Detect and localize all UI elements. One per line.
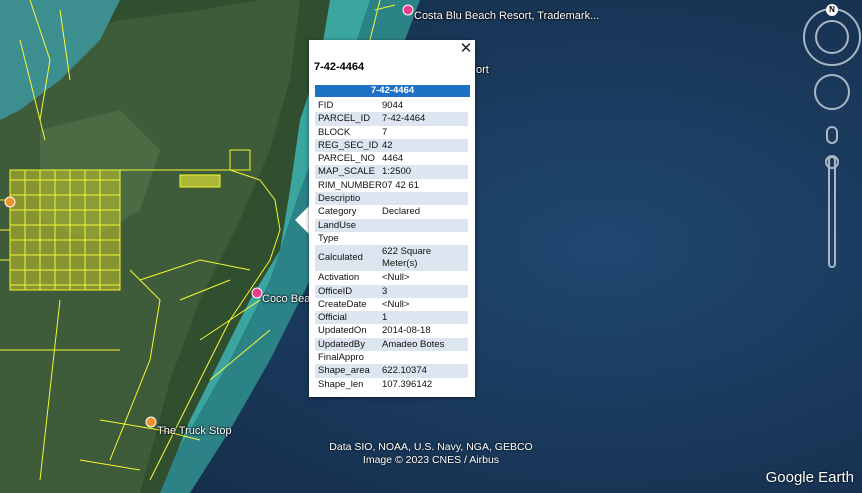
table-row: PARCEL_ID 7-42-4464 [315, 112, 468, 126]
place-label-costa-blu[interactable]: Costa Blu Beach Resort, Trademark... [414, 10, 599, 22]
google-earth-logo: Google Earth [765, 469, 854, 486]
row-value: <Null> [382, 272, 410, 284]
table-row: RIM_NUMBER 07 42 61 [315, 179, 468, 192]
table-row: Shape_len 107.396142 [315, 378, 468, 391]
row-key: Shape_area [318, 365, 370, 377]
table-row: FID 9044 [315, 99, 468, 112]
table-row: Official 1 [315, 311, 468, 325]
row-value: <Null> [382, 298, 410, 310]
food-pin-icon[interactable] [145, 416, 157, 428]
row-value: 622 Square Meter(s) [382, 246, 432, 270]
food-pin-icon[interactable] [4, 196, 16, 208]
row-key: FID [318, 100, 334, 111]
row-key: Descriptio [318, 193, 361, 205]
row-key: REG_SEC_ID [318, 139, 379, 151]
row-value: 107.396142 [382, 378, 433, 390]
table-row: Descriptio [315, 192, 468, 206]
table-row: CreateDate <Null> [315, 298, 468, 311]
table-row: OfficeID 3 [315, 284, 468, 298]
place-label-resort: ort [476, 64, 489, 76]
row-value [382, 351, 468, 364]
row-key: CreateDate [318, 298, 367, 310]
row-value: 9044 [382, 100, 404, 111]
table-row: Category Declared [315, 205, 468, 218]
row-value: 42 [382, 139, 393, 151]
table-row: UpdatedOn 2014-08-18 [315, 324, 468, 337]
row-value: Amadeo Botes [382, 338, 445, 350]
row-value: Declared [382, 206, 421, 218]
table-row: PARCEL_NO 4464 [315, 152, 468, 165]
popup-pointer [295, 206, 309, 234]
attribute-table: FID 9044 PARCEL_ID 7-42-4464 BLOCK 7 REG_SE… [315, 99, 468, 391]
compass-north-label: N [826, 4, 838, 16]
row-value: 2014-08-18 [382, 325, 431, 337]
row-value: 1 [382, 312, 388, 324]
row-value: 7 [382, 126, 388, 138]
table-row: FinalAppro [315, 351, 468, 364]
place-label-truck-stop[interactable]: The Truck Stop [157, 425, 232, 437]
row-key: Calculated [318, 252, 363, 264]
table-row: Calculated 622 Square Meter(s) [315, 245, 468, 272]
row-key: Activation [318, 272, 360, 284]
popup-title: 7-42-4464 [314, 61, 365, 73]
table-row: UpdatedBy Amadeo Botes [315, 337, 468, 352]
table-row: MAP_SCALE 1:2500 [315, 165, 468, 179]
row-key: RIM_NUMBER [318, 179, 382, 191]
table-row: Shape_area 622.10374 [315, 364, 468, 378]
place-label-coco-beach[interactable]: Coco Bea [262, 293, 310, 305]
row-key: OfficeID [318, 285, 353, 297]
table-row: BLOCK 7 [315, 126, 468, 139]
parcel-info-popup: ✕ 7-42-4464 7-42-4464 FID 9044 PARCEL_ID 7… [309, 40, 475, 397]
row-value [382, 232, 468, 245]
row-key: Type [318, 232, 339, 244]
row-value: 3 [382, 285, 388, 297]
attribution-imagery: Image © 2023 CNES / Airbus [362, 454, 500, 466]
row-key: UpdatedBy [318, 338, 366, 350]
row-key: UpdatedOn [318, 325, 367, 337]
table-row: REG_SEC_ID 42 [315, 138, 468, 153]
row-value: 4464 [382, 153, 404, 165]
row-key: Category [318, 206, 357, 218]
close-icon[interactable]: ✕ [459, 41, 473, 56]
table-row: LandUse [315, 218, 468, 232]
row-key: PARCEL_NO [318, 153, 375, 165]
popup-header-bar: 7-42-4464 [315, 85, 470, 97]
row-value [382, 192, 468, 205]
attribution-data: Data SIO, NOAA, U.S. Navy, NGA, GEBCO [329, 441, 533, 453]
row-value [382, 219, 468, 232]
row-value: 07 42 61 [382, 179, 419, 191]
table-row: Activation <Null> [315, 271, 468, 284]
row-value: 622.10374 [382, 365, 427, 377]
row-key: MAP_SCALE [318, 166, 376, 178]
row-key: PARCEL_ID [318, 113, 371, 125]
row-key: FinalAppro [318, 352, 364, 364]
row-key: BLOCK [318, 126, 351, 138]
table-row: Type [315, 232, 468, 245]
row-value: 7-42-4464 [382, 113, 426, 125]
row-key: Shape_len [318, 378, 364, 390]
row-value: 1:2500 [382, 166, 412, 178]
row-key: Official [318, 312, 347, 324]
place-pin-icon[interactable] [402, 4, 414, 16]
row-key: LandUse [318, 219, 357, 231]
